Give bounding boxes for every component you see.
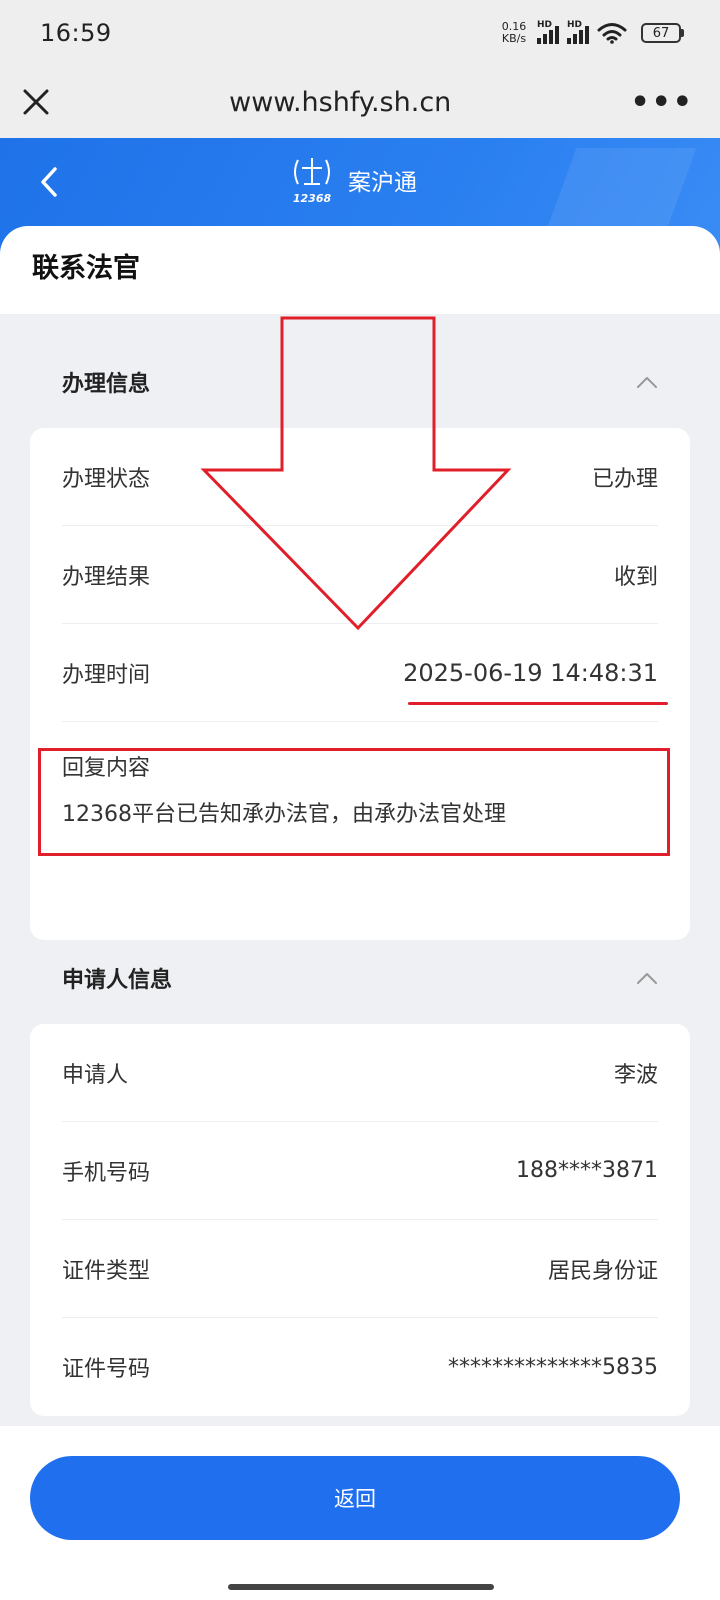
row-label: 证件类型	[62, 1258, 151, 1284]
battery-level: 67	[641, 23, 681, 43]
wifi-icon	[597, 23, 627, 44]
court-logo-icon: 12368	[293, 158, 332, 205]
row-label: 申请人	[62, 1062, 129, 1088]
section-title: 办理信息	[62, 372, 151, 397]
status-bar: 16:59 0.16 KB/s HD HD 67	[0, 0, 720, 66]
annotation-box	[38, 748, 670, 856]
annotation-underline	[408, 702, 668, 705]
info-row: 手机号码 188****3871	[62, 1122, 658, 1220]
annotation-arrow	[200, 316, 512, 631]
applicant-info-card: 申请人 李波 手机号码 188****3871 证件类型 居民身份证 证件号码 …	[30, 1024, 690, 1416]
row-value: 2025-06-19 14:48:31	[403, 658, 658, 687]
row-value: 居民身份证	[547, 1258, 658, 1284]
info-row: 证件号码 **************5835	[62, 1318, 658, 1416]
battery-icon: 67	[641, 23, 684, 43]
info-row: 证件类型 居民身份证	[62, 1220, 658, 1318]
row-label: 证件号码	[62, 1357, 151, 1382]
row-value: 188****3871	[516, 1158, 658, 1183]
url-text[interactable]: www.hshfy.sh.cn	[229, 87, 451, 118]
row-label: 办理结果	[62, 564, 151, 590]
chevron-up-icon[interactable]	[636, 971, 658, 985]
row-value: **************5835	[448, 1354, 658, 1380]
row-label: 办理状态	[62, 466, 151, 492]
row-value: 已办理	[591, 466, 658, 492]
more-icon[interactable]: •••	[630, 85, 694, 120]
title-card: 联系法官	[0, 226, 720, 314]
info-row: 申请人 李波	[62, 1024, 658, 1122]
brand: 12368 案沪通	[290, 154, 417, 206]
status-time: 16:59	[40, 19, 112, 47]
applicant-section-header[interactable]: 申请人信息	[32, 948, 688, 1008]
chevron-up-icon[interactable]	[636, 375, 658, 389]
network-speed: 0.16 KB/s	[501, 20, 527, 45]
page-title: 联系法官	[32, 253, 140, 284]
info-row: 办理时间 2025-06-19 14:48:31	[62, 624, 658, 722]
svg-text:12368: 12368	[293, 192, 332, 205]
signal-icon-2: HD	[567, 20, 589, 44]
close-icon[interactable]	[22, 88, 50, 116]
row-value: 李波	[613, 1062, 658, 1088]
section-title: 申请人信息	[62, 968, 173, 993]
row-label: 办理时间	[62, 662, 151, 688]
row-label: 手机号码	[62, 1160, 151, 1186]
back-icon[interactable]	[36, 164, 64, 200]
return-button[interactable]: 返回	[30, 1456, 680, 1540]
status-icons: 0.16 KB/s HD HD 67	[499, 20, 684, 45]
browser-bar: www.hshfy.sh.cn •••	[0, 66, 720, 138]
app-title: 案沪通	[348, 170, 417, 196]
signal-icon: HD	[537, 20, 559, 44]
bottom-bar: 返回	[0, 1426, 720, 1600]
row-value: 收到	[613, 564, 658, 590]
home-indicator[interactable]	[228, 1584, 494, 1590]
